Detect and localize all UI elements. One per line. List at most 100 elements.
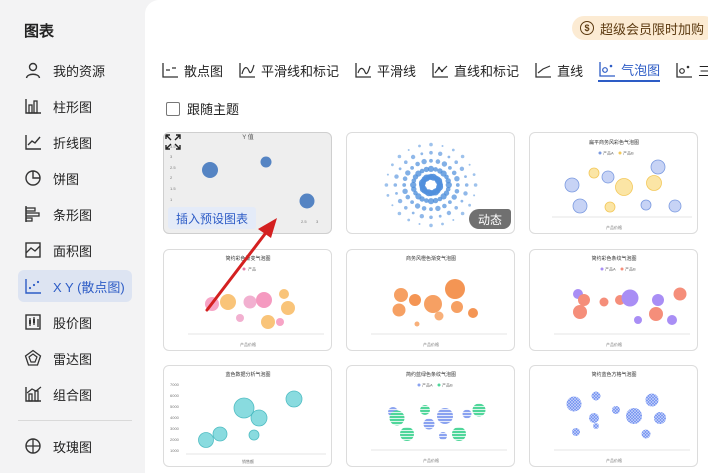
sidebar-item-stock[interactable]: 股价图 — [18, 306, 132, 338]
template-card-blue-green-stripe-bubble[interactable]: 简约蓝绿色条纹气泡图 产品A 产品B 产品价格 — [346, 365, 515, 467]
subtype-tabs: 散点图 平滑线和标记 平滑线 直线和标记 直线 气泡图 三维 — [161, 58, 708, 84]
sidebar-item-label: 面积图 — [53, 243, 93, 259]
thumb-xlabel: 产品价格 — [606, 341, 622, 347]
straight-marker-icon — [431, 62, 449, 78]
sidebar-item-pie[interactable]: 饼图 — [18, 162, 132, 194]
user-icon — [22, 59, 44, 81]
svg-text:2.5: 2.5 — [301, 219, 307, 224]
membership-promo-button[interactable]: $ 超级会员限时加购 — [571, 16, 708, 40]
decorative-bubble — [394, 174, 399, 179]
thumb-title: Y 值 — [242, 133, 254, 141]
decorative-bubble — [429, 150, 433, 155]
sidebar-item-scatter[interactable]: X Y (散点图) — [18, 270, 132, 302]
template-card-dynamic-bubble[interactable]: 动态 — [346, 132, 515, 234]
bubble-thumbnail: 简约蓝绿色条纹气泡图 产品A 产品B 产品价格 — [371, 371, 507, 463]
decorative-bubble — [418, 144, 421, 148]
decorative-bubble — [441, 145, 444, 147]
thumb-title: 简约彩色条纹气泡图 — [591, 255, 636, 262]
sidebar-item-radar[interactable]: 雷达图 — [18, 342, 132, 374]
decorative-bubble — [429, 215, 433, 220]
decorative-bubble — [463, 191, 468, 196]
insert-preset-chart-button[interactable]: 插入预设图表 — [168, 207, 257, 229]
decorative-bubble — [448, 166, 452, 170]
decorative-bubble — [473, 194, 476, 197]
tab-straight-marker[interactable]: 直线和标记 — [431, 58, 519, 82]
sidebar-item-line[interactable]: 折线图 — [18, 126, 132, 158]
sidebar-item-area[interactable]: 面积图 — [18, 234, 132, 266]
sidebar-item-my-resources[interactable]: 我的资源 — [18, 54, 132, 86]
thumb-legend: 产品B — [623, 150, 634, 156]
sidebar-item-bar[interactable]: 条形图 — [18, 198, 132, 230]
promo-label: 超级会员限时加购 — [599, 21, 704, 37]
thumb-title: 简约蓝色方格气泡图 — [591, 371, 636, 378]
decorative-bubble — [429, 207, 433, 212]
scatter-chart-icon — [22, 275, 44, 297]
decorative-bubble — [441, 222, 444, 226]
decorative-bubble — [414, 203, 421, 209]
follow-theme-checkbox[interactable]: 跟随主题 — [166, 99, 239, 118]
decorative-bubble — [391, 163, 394, 167]
tab-straight-line[interactable]: 直线 — [534, 58, 583, 82]
radar-chart-icon — [22, 347, 44, 369]
decorative-bubble — [454, 176, 460, 182]
template-card-blue-grid-bubble[interactable]: 简约蓝色方格气泡图 产品价格 — [529, 365, 698, 467]
sidebar-item-label: 组合图 — [53, 387, 93, 403]
template-card-basic-bubble[interactable]: Y 值 3.532.521.510.5 2.5 3 插入预设图表 — [163, 132, 332, 234]
sidebar-title: 图表 — [24, 23, 55, 40]
decorative-bubble — [436, 180, 443, 186]
sidebar-item-label: 折线图 — [53, 135, 93, 151]
sidebar-item-combo[interactable]: 组合图 — [18, 378, 132, 410]
sidebar-item-column[interactable]: 柱形图 — [18, 90, 132, 122]
template-card-simple-gradient-bubble[interactable]: 简约彩色渐变气泡图 产品 产品价格 — [163, 249, 332, 351]
decorative-bubble — [464, 175, 467, 178]
thumb-title: 扁平商务风彩色气泡图 — [589, 139, 639, 146]
stock-chart-icon — [22, 311, 44, 333]
decorative-bubble — [448, 200, 452, 204]
tab-bubble[interactable]: 气泡图 — [598, 58, 661, 82]
decorative-bubble — [452, 219, 455, 221]
smooth-marker-icon — [238, 62, 256, 78]
svg-text:2.5: 2.5 — [170, 165, 176, 170]
decorative-bubble — [405, 170, 411, 176]
rose-chart-icon — [22, 435, 44, 457]
sidebar-item-rose[interactable]: 玫瑰图 — [18, 430, 132, 462]
tab-smooth-line[interactable]: 平滑线 — [354, 58, 416, 82]
tab-label: 三维 — [698, 63, 708, 79]
checkbox-box[interactable] — [166, 101, 180, 116]
thumb-legend: 产品 — [248, 266, 256, 272]
decorative-bubble — [451, 170, 457, 176]
coin-icon: $ — [579, 21, 594, 35]
bar-chart-icon — [22, 203, 44, 225]
decorative-bubble — [404, 206, 408, 210]
tab-scatter[interactable]: 散点图 — [161, 58, 223, 82]
decorative-bubble — [404, 160, 408, 164]
decorative-bubble — [445, 178, 451, 184]
svg-text:7000: 7000 — [170, 382, 180, 387]
bubble-thumbnail: 简约彩色条纹气泡图 产品A 产品B 产品价格 — [554, 255, 690, 347]
decorative-bubble — [386, 173, 389, 176]
decorative-bubble — [410, 166, 414, 170]
thumb-legend: 产品A — [603, 150, 614, 156]
decorative-bubble — [427, 165, 435, 172]
sidebar-item-label: 我的资源 — [53, 63, 106, 79]
decorative-bubble — [454, 206, 458, 210]
tab-label: 平滑线和标记 — [261, 63, 340, 79]
template-card-flat-business-bubble[interactable]: 扁平商务风彩色气泡图 产品A 产品B 产品价格 — [529, 132, 698, 234]
template-card-blue-data-analysis-bubble[interactable]: 蓝色数据分析气泡图 7000 6000 5000 4000 3000 2000 1000 销… — [163, 365, 332, 467]
tab-label: 直线 — [557, 63, 584, 79]
bubble-thumbnail: 扁平商务风彩色气泡图 产品A 产品B 产品价格 — [552, 139, 692, 230]
svg-text:1000: 1000 — [170, 448, 180, 453]
expand-icon[interactable] — [164, 133, 182, 151]
decorative-bubble — [454, 189, 460, 194]
tab-smooth-marker[interactable]: 平滑线和标记 — [238, 58, 339, 82]
combo-chart-icon — [22, 383, 44, 405]
template-card-orange-gradient-bubble[interactable]: 商务风橙色渐变气泡图 产品价格 — [346, 249, 515, 351]
decorative-bubble — [407, 218, 411, 222]
tab-label: 气泡图 — [621, 62, 661, 78]
decorative-bubble — [427, 198, 435, 205]
thumb-title: 蓝色数据分析气泡图 — [225, 371, 270, 378]
thumb-xlabel: 产品价格 — [423, 341, 439, 347]
tab-3d-bubble[interactable]: 三维 — [675, 58, 708, 82]
column-chart-icon — [22, 95, 44, 117]
template-card-color-stripe-bubble[interactable]: 简约彩色条纹气泡图 产品A 产品B 产品价格 — [529, 249, 698, 351]
